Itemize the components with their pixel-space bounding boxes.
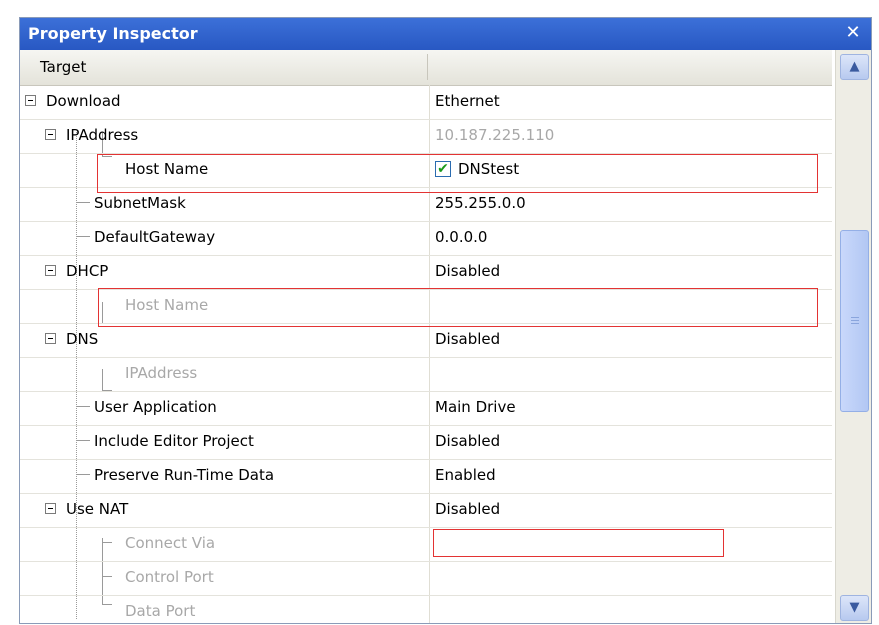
property-row-control-port[interactable]: Control Port bbox=[20, 561, 832, 596]
property-value[interactable]: 255.255.0.0 bbox=[435, 194, 526, 212]
property-name: Control Port bbox=[125, 568, 214, 586]
property-name: DNS bbox=[66, 330, 99, 348]
property-name: Include Editor Project bbox=[94, 432, 254, 450]
grip-line bbox=[851, 317, 859, 318]
property-value[interactable]: Enabled bbox=[435, 466, 496, 484]
title-bar: Property Inspector ✕ bbox=[20, 18, 871, 50]
property-name: IPAddress bbox=[125, 364, 198, 382]
property-inspector-panel: Property Inspector ✕ Target Download Eth… bbox=[19, 17, 872, 624]
collapse-icon[interactable] bbox=[45, 129, 56, 140]
highlight-box-host-name bbox=[97, 154, 818, 193]
property-name: Connect Via bbox=[125, 534, 216, 552]
property-row-include-editor-project[interactable]: Include Editor Project Disabled bbox=[20, 425, 832, 460]
collapse-icon[interactable] bbox=[45, 265, 56, 276]
property-name: DefaultGateway bbox=[94, 228, 216, 246]
property-value[interactable]: Disabled bbox=[435, 262, 500, 280]
property-row-dns[interactable]: DNS Disabled bbox=[20, 323, 832, 358]
property-row-user-application[interactable]: User Application Main Drive bbox=[20, 391, 832, 426]
highlight-box-connect-via bbox=[433, 529, 724, 557]
property-name: Data Port bbox=[125, 602, 196, 620]
property-name: DHCP bbox=[66, 262, 109, 280]
scroll-thumb[interactable] bbox=[840, 230, 869, 412]
scroll-up-icon[interactable]: ▲ bbox=[840, 54, 869, 80]
window-title: Property Inspector bbox=[28, 24, 198, 43]
property-value[interactable]: Main Drive bbox=[435, 398, 516, 416]
property-value[interactable]: 0.0.0.0 bbox=[435, 228, 487, 246]
property-row-ipaddress[interactable]: IPAddress 10.187.225.110 bbox=[20, 119, 832, 154]
property-name: IPAddress bbox=[66, 126, 139, 144]
property-value[interactable]: Disabled bbox=[435, 330, 500, 348]
property-name: Use NAT bbox=[66, 500, 129, 518]
column-header: Target bbox=[20, 50, 832, 86]
close-icon[interactable]: ✕ bbox=[841, 20, 865, 46]
property-value[interactable]: Disabled bbox=[435, 500, 500, 518]
property-value[interactable]: 10.187.225.110 bbox=[435, 126, 554, 144]
property-row-dhcp[interactable]: DHCP Disabled bbox=[20, 255, 832, 290]
column-divider[interactable] bbox=[427, 54, 428, 80]
property-name: Preserve Run-Time Data bbox=[94, 466, 275, 484]
property-row-download[interactable]: Download Ethernet bbox=[20, 85, 832, 120]
property-name: User Application bbox=[94, 398, 217, 416]
vertical-scrollbar[interactable]: ▲ ▼ bbox=[835, 50, 871, 623]
property-row-defaultgateway[interactable]: DefaultGateway 0.0.0.0 bbox=[20, 221, 832, 256]
property-value[interactable]: Disabled bbox=[435, 432, 500, 450]
property-name: Download bbox=[46, 92, 121, 110]
property-row-dns-ipaddress[interactable]: IPAddress bbox=[20, 357, 832, 392]
collapse-icon[interactable] bbox=[25, 95, 36, 106]
target-column-header[interactable]: Target bbox=[40, 58, 86, 76]
property-row-data-port[interactable]: Data Port bbox=[20, 595, 832, 623]
property-row-use-nat[interactable]: Use NAT Disabled bbox=[20, 493, 832, 528]
grip-line bbox=[851, 323, 859, 324]
grip-line bbox=[851, 320, 859, 321]
property-row-preserve-run-time-data[interactable]: Preserve Run-Time Data Enabled bbox=[20, 459, 832, 494]
property-grid: Download Ethernet IPAddress 10.187.225.1… bbox=[20, 85, 832, 623]
property-name: SubnetMask bbox=[94, 194, 186, 212]
collapse-icon[interactable] bbox=[45, 333, 56, 344]
collapse-icon[interactable] bbox=[45, 503, 56, 514]
property-value[interactable]: Ethernet bbox=[435, 92, 500, 110]
highlight-box-dhcp-host-name bbox=[98, 288, 818, 327]
scroll-down-icon[interactable]: ▼ bbox=[840, 595, 869, 621]
